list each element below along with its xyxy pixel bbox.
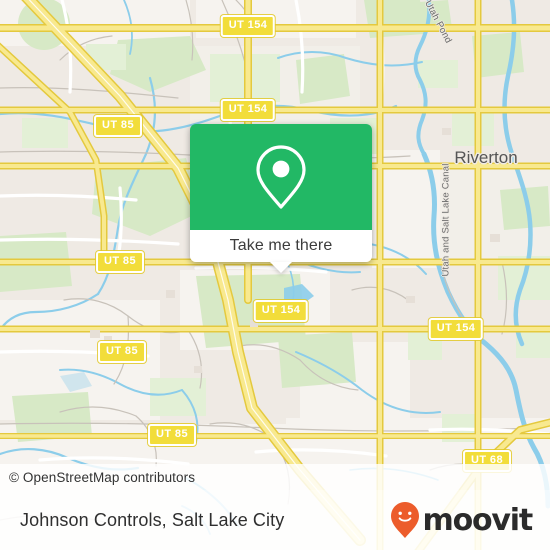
- callout-pin-area: [190, 124, 372, 230]
- moovit-brand[interactable]: moovit: [390, 501, 534, 539]
- callout-action-area[interactable]: Take me there: [190, 230, 372, 273]
- place-title: Johnson Controls, Salt Lake City: [20, 509, 285, 530]
- moovit-pin-smiley-icon: [390, 502, 419, 538]
- osm-attribution-text[interactable]: © OpenStreetMap contributors: [0, 470, 195, 485]
- map-pin-icon: [256, 145, 306, 209]
- moovit-wordmark: moovit: [422, 503, 534, 538]
- callout-tail-pointer: [270, 262, 292, 273]
- destination-callout-card[interactable]: Take me there: [190, 124, 372, 273]
- map-screenshot: Riverton Utah Pond Utah and Salt Lake Ca…: [0, 0, 550, 550]
- bottom-info-bar: Johnson Controls, Salt Lake City moovit: [0, 490, 550, 550]
- take-me-there-label: Take me there: [229, 237, 333, 254]
- map-attribution-bar: © OpenStreetMap contributors: [0, 464, 550, 490]
